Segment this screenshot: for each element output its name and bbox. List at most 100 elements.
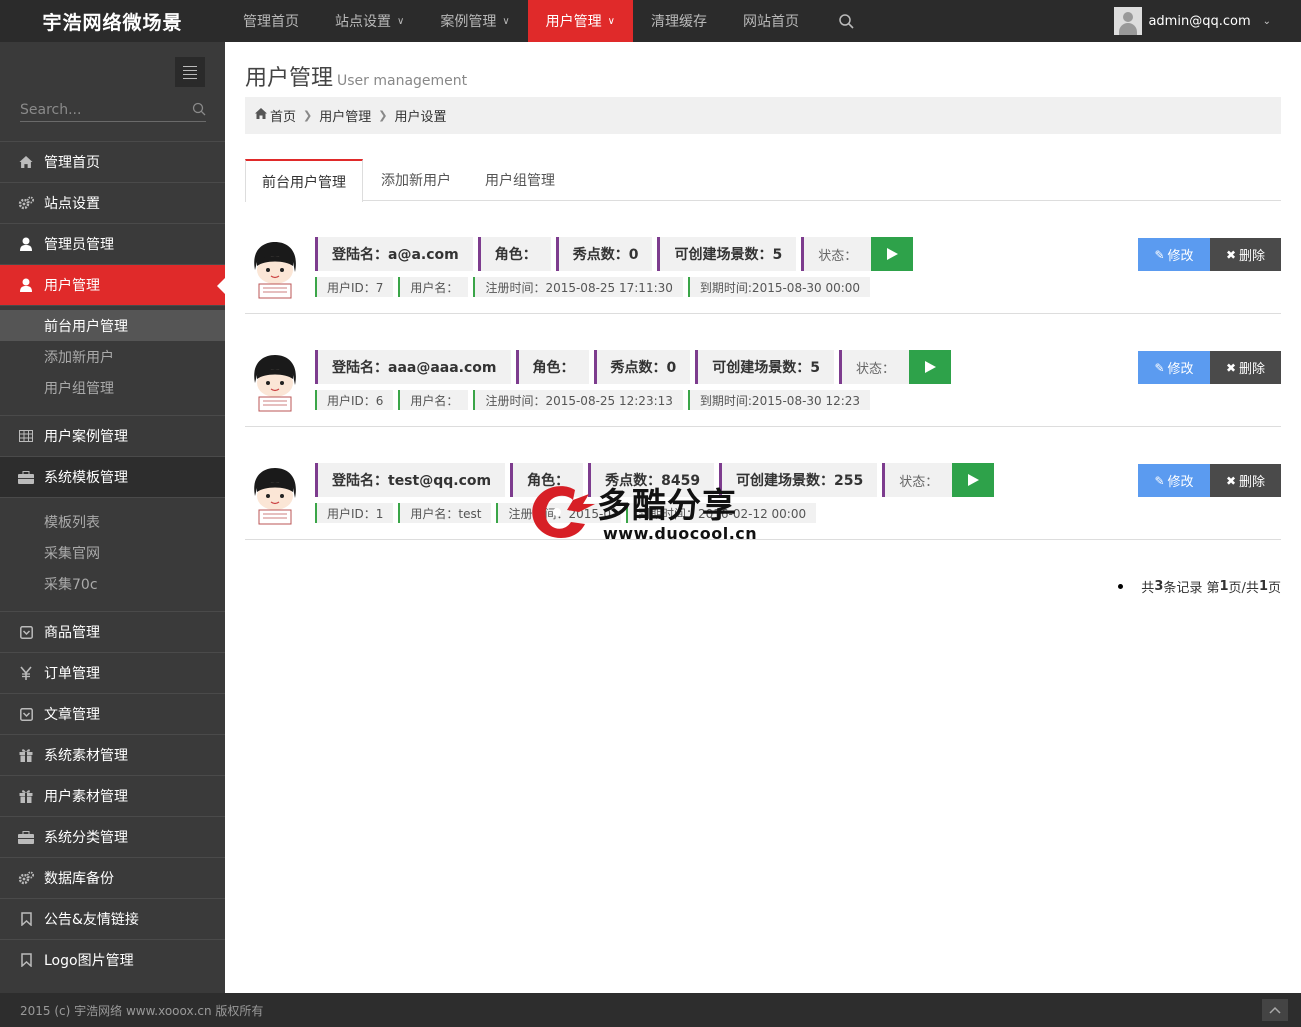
sidebar-subitem[interactable]: 模板列表 bbox=[0, 506, 225, 537]
avatar bbox=[249, 466, 301, 528]
topnav-label: 案例管理 bbox=[440, 14, 497, 30]
close-icon: ✖ bbox=[1225, 247, 1237, 262]
topnav-item-1[interactable]: 站点设置 ∨ bbox=[317, 0, 422, 42]
chevron-down-icon: ⌄ bbox=[1262, 15, 1271, 27]
sidebar-item[interactable]: 系统分类管理 bbox=[0, 816, 225, 857]
sidebar-item-label: 系统分类管理 bbox=[44, 830, 128, 846]
delete-button[interactable]: ✖ 删除 bbox=[1210, 464, 1281, 497]
pager-page: 1 bbox=[1219, 579, 1229, 594]
sidebar-item-label: 站点设置 bbox=[44, 196, 100, 212]
watermark: 多酷分享 www.duocool.cn bbox=[527, 480, 777, 546]
sidebar-item[interactable]: 公告&友情链接 bbox=[0, 898, 225, 939]
sidebar-item-label: 文章管理 bbox=[44, 707, 100, 723]
close-icon: ✖ bbox=[1225, 473, 1237, 488]
menu-toggle-button[interactable] bbox=[175, 57, 205, 87]
user-id: 用户ID：7 bbox=[315, 277, 394, 297]
briefcase-icon bbox=[17, 830, 35, 844]
edit-label: 修改 bbox=[1167, 249, 1194, 264]
status-label: 状态： bbox=[839, 350, 910, 384]
sidebar-item[interactable]: 用户管理 bbox=[0, 264, 226, 305]
sidebar-item-label: 用户管理 bbox=[44, 278, 100, 294]
sidebar-item-label: 公告&友情链接 bbox=[44, 912, 139, 928]
square-icon bbox=[17, 707, 35, 721]
sidebar-subitem[interactable]: 用户组管理 bbox=[0, 372, 225, 403]
topnav-item-4[interactable]: 清理缓存 bbox=[633, 0, 725, 42]
status-toggle-button[interactable] bbox=[909, 350, 952, 384]
sidebar-item[interactable]: 系统模板管理 bbox=[0, 456, 225, 497]
sidebar-item[interactable]: 数据库备份 bbox=[0, 857, 225, 898]
sidebar-item[interactable]: Logo图片管理 bbox=[0, 939, 225, 980]
chevron-right-icon: ❯ bbox=[378, 109, 388, 122]
user-menu[interactable]: admin@qq.com ⌄ bbox=[1114, 6, 1271, 36]
page-title-text: 用户管理 bbox=[245, 66, 334, 91]
sidebar-item-label: 数据库备份 bbox=[44, 871, 114, 887]
sidebar-item[interactable]: 管理首页 bbox=[0, 141, 225, 182]
user-icon bbox=[17, 237, 35, 251]
chevron-up-icon bbox=[1269, 1006, 1281, 1014]
sidebar-item-label: 用户素材管理 bbox=[44, 789, 128, 805]
pagination: 共 3 条记录 第 1 页/共 1 页 bbox=[1118, 577, 1281, 596]
user-row: 登陆名：a@a.com 角色： 秀点数：0 可创建场景数：5 状态： 用户ID：7 用户名：… bbox=[245, 201, 1281, 314]
sidebar-item[interactable]: 用户素材管理 bbox=[0, 775, 225, 816]
edit-button[interactable]: ✎ 修改 bbox=[1138, 464, 1210, 497]
sidebar-item[interactable]: 管理员管理 bbox=[0, 223, 225, 264]
sidebar-item-label: 系统素材管理 bbox=[44, 748, 128, 764]
topnav-item-3[interactable]: 用户管理 ∨ bbox=[527, 0, 633, 42]
sidebar-submenu: 模板列表 采集官网 采集70c bbox=[0, 497, 225, 611]
status-toggle-button[interactable] bbox=[952, 463, 995, 497]
user-row: 登陆名：aaa@aaa.com 角色： 秀点数：0 可创建场景数：5 状态： 用户ID：6… bbox=[245, 314, 1281, 427]
topnav-item-2[interactable]: 案例管理 ∨ bbox=[422, 0, 527, 42]
user-name: 用户名：test bbox=[398, 503, 492, 523]
topnav-item-0[interactable]: 管理首页 bbox=[225, 0, 317, 42]
tabs: 前台用户管理 添加新用户 用户组管理 bbox=[245, 159, 1281, 202]
topnav-search-button[interactable] bbox=[817, 0, 870, 42]
tab-front-users[interactable]: 前台用户管理 bbox=[245, 159, 363, 202]
sidebar-subitem[interactable]: 采集官网 bbox=[0, 537, 225, 568]
breadcrumb-user-settings[interactable]: 用户设置 bbox=[394, 106, 446, 125]
search-icon[interactable] bbox=[192, 101, 206, 120]
tab-add-user[interactable]: 添加新用户 bbox=[365, 159, 467, 201]
copyright-text: 2015 (c) 宇浩网络 www.xooox.cn 版权所有 bbox=[20, 1003, 264, 1018]
topnav-item-5[interactable]: 网站首页 bbox=[725, 0, 817, 42]
sidebar-item[interactable]: 站点设置 bbox=[0, 182, 225, 223]
delete-button[interactable]: ✖ 删除 bbox=[1210, 351, 1281, 384]
pager-mid2: 页/共 bbox=[1228, 581, 1259, 596]
breadcrumb-home[interactable]: 首页 bbox=[270, 106, 296, 125]
edit-button[interactable]: ✎ 修改 bbox=[1138, 351, 1210, 384]
scene-quota: 可创建场景数：5 bbox=[657, 237, 797, 271]
sidebar-subitem[interactable]: 前台用户管理 bbox=[0, 310, 225, 341]
sidebar-subitem[interactable]: 采集70c bbox=[0, 568, 225, 599]
tab-user-groups[interactable]: 用户组管理 bbox=[469, 159, 571, 201]
play-icon bbox=[968, 474, 980, 486]
pager-mid1: 条记录 第 bbox=[1163, 581, 1220, 596]
sidebar-item[interactable]: 商品管理 bbox=[0, 611, 225, 652]
expire-time: 到期时间:2015-08-30 12:23 bbox=[687, 390, 871, 410]
scroll-top-button[interactable] bbox=[1262, 999, 1288, 1021]
brand-logo[interactable]: 宇浩网络微场景 bbox=[0, 0, 225, 42]
sidebar-item[interactable]: 订单管理 bbox=[0, 652, 225, 693]
edit-button[interactable]: ✎ 修改 bbox=[1138, 238, 1210, 271]
delete-label: 删除 bbox=[1239, 362, 1266, 377]
sidebar-item[interactable]: 文章管理 bbox=[0, 693, 225, 734]
points: 秀点数：0 bbox=[555, 237, 653, 271]
avatar bbox=[249, 240, 301, 302]
topnav-label: 清理缓存 bbox=[650, 14, 707, 30]
top-nav: 管理首页 站点设置 ∨ 案例管理 ∨ 用户管理 ∨ 清理缓存 网站首页 bbox=[225, 0, 870, 42]
search-input[interactable] bbox=[20, 101, 180, 118]
pencil-icon: ✎ bbox=[1154, 473, 1165, 488]
sidebar-item[interactable]: 系统素材管理 bbox=[0, 734, 225, 775]
user-id: 用户ID：1 bbox=[315, 503, 394, 523]
breadcrumb-user-management[interactable]: 用户管理 bbox=[319, 106, 371, 125]
delete-button[interactable]: ✖ 删除 bbox=[1210, 238, 1281, 271]
sidebar-item[interactable]: 用户案例管理 bbox=[0, 415, 225, 456]
status-toggle-button[interactable] bbox=[871, 237, 914, 271]
sidebar-subitem[interactable]: 添加新用户 bbox=[0, 341, 225, 372]
sidebar-item-label: 管理首页 bbox=[44, 155, 100, 171]
gift-icon bbox=[17, 748, 35, 762]
user-id: 用户ID：6 bbox=[315, 390, 394, 410]
sidebar: 管理首页站点设置管理员管理用户管理前台用户管理添加新用户用户组管理用户案例管理系… bbox=[0, 42, 226, 993]
gears-icon bbox=[17, 196, 35, 210]
topnav-label: 站点设置 bbox=[335, 14, 391, 30]
user-info-meta: 用户ID：7 用户名： 注册时间：2015-08-25 17:11:30 到期时间:2… bbox=[315, 277, 875, 297]
pager-suffix: 页 bbox=[1267, 581, 1281, 596]
